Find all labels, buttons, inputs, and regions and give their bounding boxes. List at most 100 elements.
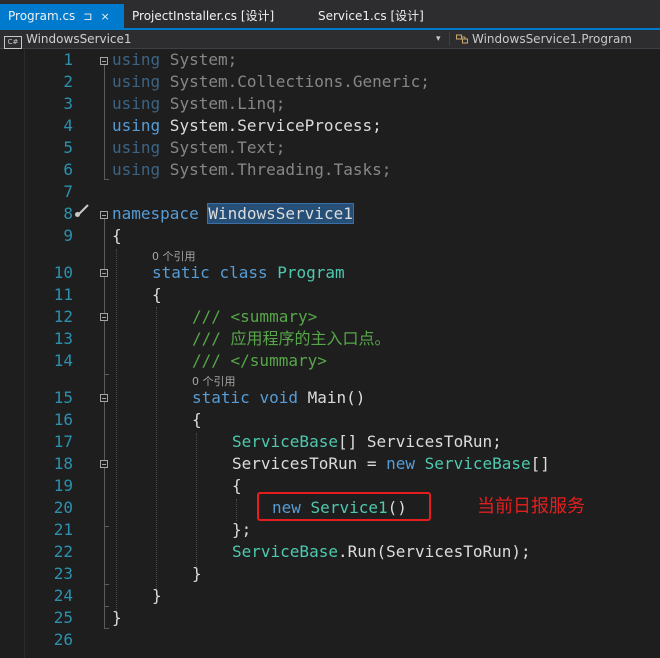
line-number: 26 [53, 630, 73, 649]
code-line-15: static void Main() [192, 388, 365, 408]
close-icon[interactable]: × [101, 5, 110, 29]
keyword: using [112, 72, 161, 91]
document-tab-bar: Program.cs ⊐ × ProjectInstaller.cs [设计] Se… [0, 0, 660, 28]
code-line-14: /// </summary> [192, 351, 327, 370]
pin-icon[interactable]: ⊐ [83, 5, 92, 29]
code-line-4: using System.ServiceProcess; [112, 116, 382, 136]
type-name: ServiceBase [232, 542, 338, 561]
fold-region-end [104, 628, 109, 629]
fold-region-end [104, 526, 109, 527]
line-number: 22 [53, 542, 73, 561]
line-number: 15 [53, 388, 73, 407]
line-number: 17 [53, 432, 73, 451]
code-line-19: { [232, 476, 242, 495]
code-line-17: ServiceBase[] ServicesToRun; [232, 432, 502, 452]
keyword: class [219, 263, 268, 282]
code-line-10: static class Program [152, 263, 345, 283]
tab-service1-designer[interactable]: Service1.cs [设计] [310, 4, 450, 28]
method-name: Main() [307, 388, 366, 407]
chevron-down-icon[interactable]: ▾ [436, 30, 441, 48]
code-line-13: /// 应用程序的主入口点。 [192, 329, 391, 348]
code-editor[interactable]: 1 2 3 4 5 6 7 8 9 10 11 12 13 14 15 16 1… [0, 49, 660, 658]
namespace-name-highlight[interactable]: WindowsService1 [207, 203, 354, 224]
code-line-1: using System; [112, 50, 237, 70]
fold-toggle-icon[interactable] [100, 211, 108, 219]
type-name: ServiceBase [232, 432, 338, 451]
code-text: System.ServiceProcess; [160, 116, 382, 135]
keyword: new [386, 454, 416, 473]
tab-program-cs[interactable]: Program.cs ⊐ × [0, 4, 124, 28]
class-icon [456, 34, 468, 44]
fold-region-end [104, 374, 109, 375]
code-line-16: { [192, 410, 202, 429]
annotation-highlight-box [257, 492, 431, 521]
line-number: 7 [63, 182, 73, 201]
code-text: [] [530, 454, 550, 473]
codelens-references[interactable]: 0 个引用 [152, 248, 196, 264]
keyword: using [112, 160, 161, 179]
type-dropdown[interactable]: WindowsService1.Program [456, 30, 632, 48]
tab-label: Program.cs [8, 9, 76, 23]
code-line-9: { [112, 226, 122, 245]
indent-guide [156, 307, 157, 601]
line-number: 21 [53, 520, 73, 539]
fold-region-line [104, 321, 105, 374]
line-number: 4 [63, 116, 73, 135]
line-number: 5 [63, 138, 73, 157]
fold-region-line [104, 65, 105, 179]
code-line-18: ServicesToRun = new ServiceBase[] [232, 454, 550, 474]
navbar-divider [449, 32, 450, 46]
indent-guide [236, 499, 237, 521]
keyword: using [112, 94, 161, 113]
code-line-22: ServiceBase.Run(ServicesToRun); [232, 542, 531, 562]
code-text: [] ServicesToRun; [337, 432, 502, 451]
code-line-25: } [112, 608, 122, 627]
code-text: System.Collections.Generic; [160, 72, 430, 91]
class-path: WindowsService1.Program [472, 32, 632, 46]
code-text: System; [160, 50, 238, 69]
code-line-6: using System.Threading.Tasks; [112, 160, 391, 180]
line-number: 14 [53, 351, 73, 370]
line-number: 25 [53, 608, 73, 627]
line-number: 3 [63, 94, 73, 113]
fold-region-end [104, 179, 109, 180]
fold-toggle-icon[interactable] [100, 269, 108, 277]
code-line-3: using System.Linq; [112, 94, 285, 114]
project-dropdown[interactable]: C# WindowsService1 [4, 30, 448, 49]
keyword: using [112, 116, 161, 135]
line-number: 23 [53, 564, 73, 583]
code-line-8: namespace WindowsService1 [112, 203, 354, 224]
fold-toggle-icon[interactable] [100, 313, 108, 321]
brush-icon[interactable] [74, 203, 92, 217]
line-number: 19 [53, 476, 73, 495]
indent-guide [196, 433, 197, 579]
line-number: 10 [53, 263, 73, 282]
gutter-border [24, 49, 25, 658]
code-line-24: } [152, 586, 162, 605]
fold-region-end [104, 584, 109, 585]
code-line-5: using System.Text; [112, 138, 285, 158]
line-number: 2 [63, 72, 73, 91]
indent-guide [116, 249, 117, 623]
fold-toggle-icon[interactable] [100, 460, 108, 468]
fold-toggle-icon[interactable] [100, 57, 108, 65]
fold-toggle-icon[interactable] [100, 394, 108, 402]
code-text: ServicesToRun = [232, 454, 387, 473]
keyword: static [192, 388, 250, 407]
tab-projectinstaller-designer[interactable]: ProjectInstaller.cs [设计] [124, 4, 310, 28]
line-number: 8 [63, 204, 73, 223]
tab-label: ProjectInstaller.cs [设计] [132, 9, 275, 23]
code-text: .Run(ServicesToRun); [337, 542, 531, 561]
fold-region-line [104, 468, 105, 526]
codelens-references[interactable]: 0 个引用 [192, 373, 236, 389]
line-number: 9 [63, 226, 73, 245]
code-line-2: using System.Collections.Generic; [112, 72, 430, 92]
line-number: 18 [53, 454, 73, 473]
keyword: void [259, 388, 298, 407]
line-number: 16 [53, 410, 73, 429]
navigation-bar: C# WindowsService1 ▾ WindowsService1.Prog… [0, 30, 660, 49]
line-number: 1 [63, 50, 73, 69]
fold-region-end [104, 606, 109, 607]
csharp-project-icon: C# [4, 36, 22, 49]
keyword: namespace [112, 204, 199, 223]
